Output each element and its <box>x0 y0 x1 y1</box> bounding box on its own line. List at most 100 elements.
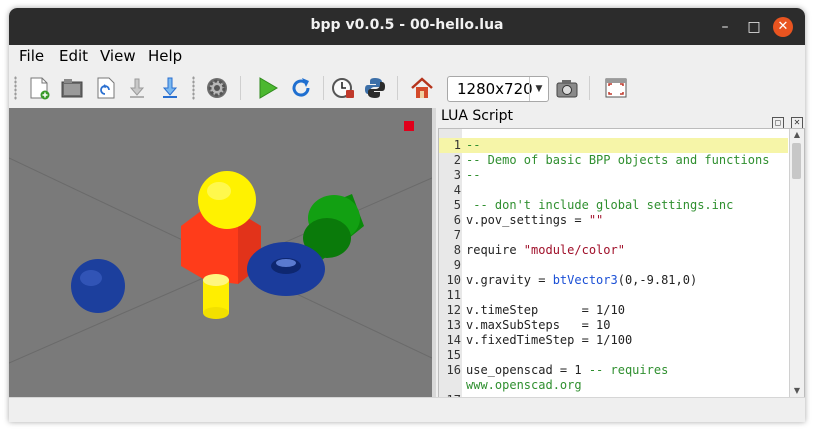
code-area[interactable]: 1 -- 2 -- Demo of basic BPP objects and fun… <box>439 138 788 397</box>
menu-file[interactable]: File <box>19 47 44 65</box>
dock-title: LUA Script <box>441 108 513 124</box>
menu-bar: File Edit View Help <box>9 45 805 68</box>
code-line[interactable]: 7 <box>439 228 788 243</box>
code-text: v.timeStep = 1/10 <box>466 303 625 317</box>
open-script-icon[interactable] <box>59 75 85 101</box>
code-token: "module/color" <box>523 243 625 257</box>
code-line[interactable]: 13 v.maxSubSteps = 10 <box>439 318 788 333</box>
download-icon[interactable] <box>124 75 150 101</box>
code-line[interactable]: 12 v.timeStep = 1/10 <box>439 303 788 318</box>
render-indicator <box>404 121 414 131</box>
code-token: use_openscad = 1 <box>466 363 589 377</box>
code-text: v.pov_settings = "" <box>466 213 603 228</box>
lua-script-dock: LUA Script ◻ ✕ 1 -- 2 -- Demo of basic BPP … <box>436 108 805 398</box>
code-token: btVector3 <box>552 273 618 287</box>
run-icon[interactable] <box>255 75 281 101</box>
minimize-button[interactable]: – <box>715 17 735 37</box>
home-icon[interactable] <box>409 75 435 101</box>
code-token: require <box>466 243 524 257</box>
code-text: use_openscad = 1 -- requires <box>466 363 668 378</box>
toolbar-separator-4 <box>589 76 590 100</box>
camera-icon[interactable] <box>554 75 580 101</box>
revert-icon[interactable] <box>93 75 119 101</box>
line-number: 14 <box>446 333 461 347</box>
line-number: 3 <box>453 168 461 182</box>
code-line[interactable]: 4 <box>439 183 788 198</box>
code-line[interactable]: 11 <box>439 288 788 303</box>
code-text: -- <box>466 168 481 182</box>
line-number: 7 <box>453 228 461 242</box>
new-script-icon[interactable] <box>26 75 52 101</box>
script-editor[interactable]: 1 -- 2 -- Demo of basic BPP objects and fun… <box>438 128 805 398</box>
toolbar-separator <box>240 76 241 100</box>
window-title: bpp v0.0.5 - 00-hello.lua <box>310 17 504 33</box>
line-number: 10 <box>446 273 461 287</box>
python-icon[interactable] <box>362 75 388 101</box>
menu-edit[interactable]: Edit <box>59 47 88 65</box>
import-icon[interactable] <box>157 75 183 101</box>
scroll-down-icon[interactable]: ▼ <box>790 385 804 397</box>
line-number: 13 <box>446 318 461 332</box>
code-line[interactable]: 8 require "module/color" <box>439 243 788 258</box>
status-bar <box>9 397 805 422</box>
code-text: -- Demo of basic BPP objects and functio… <box>466 153 770 167</box>
timer-icon[interactable] <box>330 75 356 101</box>
code-line[interactable]: 5 -- don't include global settings.inc <box>439 198 788 213</box>
code-text: v.fixedTimeStep = 1/100 <box>466 333 633 347</box>
line-number: 15 <box>446 348 461 362</box>
line-number: 4 <box>453 183 461 197</box>
code-line[interactable]: 10 v.gravity = btVector3(0,-9.81,0) <box>439 273 788 288</box>
menu-help[interactable]: Help <box>148 47 182 65</box>
scroll-up-icon[interactable]: ▲ <box>790 129 804 141</box>
line-number: 16 <box>446 363 461 377</box>
line-number: 12 <box>446 303 461 317</box>
code-line[interactable]: 15 <box>439 348 788 363</box>
code-line[interactable]: 2 -- Demo of basic BPP objects and functi… <box>439 153 788 168</box>
code-line[interactable]: 1 -- <box>439 138 788 153</box>
code-text: v.maxSubSteps = 10 <box>466 318 611 332</box>
settings-icon[interactable] <box>204 75 230 101</box>
maximize-button[interactable]: □ <box>744 17 764 37</box>
code-token: -- requires <box>588 363 669 377</box>
yellow-cylinder-object <box>203 274 229 319</box>
line-number: 5 <box>453 198 461 212</box>
render-viewport[interactable] <box>9 108 432 397</box>
toolbar-separator-3 <box>397 76 398 100</box>
blue-sphere-object <box>71 259 125 313</box>
editor-scrollbar[interactable]: ▲ ▼ <box>789 129 804 397</box>
code-line[interactable]: 16 use_openscad = 1 -- requires <box>439 363 788 378</box>
resolution-select[interactable]: 1280x720 ▼ <box>447 76 549 102</box>
code-text: -- don't include global settings.inc <box>466 198 734 212</box>
scene-graphic <box>9 157 432 364</box>
code-text: v.gravity = btVector3(0,-9.81,0) <box>466 273 697 288</box>
code-line[interactable]: www.openscad.org <box>439 378 788 393</box>
chevron-down-icon[interactable]: ▼ <box>529 77 548 101</box>
code-token: "" <box>588 213 604 227</box>
toolbar-grip[interactable] <box>14 76 17 100</box>
reload-icon[interactable] <box>288 75 314 101</box>
code-line[interactable]: 9 <box>439 258 788 273</box>
line-number: 9 <box>453 258 461 272</box>
toolbar-grip-2[interactable] <box>192 76 195 100</box>
code-text: www.openscad.org <box>466 378 582 392</box>
code-line[interactable]: 14 v.fixedTimeStep = 1/100 <box>439 333 788 348</box>
resolution-value: 1280x720 <box>457 80 533 98</box>
code-token: v.pov_settings = <box>466 213 589 227</box>
scroll-thumb[interactable] <box>792 143 801 179</box>
menu-view[interactable]: View <box>100 47 136 65</box>
yellow-sphere-object <box>198 171 256 229</box>
line-number: 2 <box>453 153 461 167</box>
fullscreen-icon[interactable] <box>603 75 629 101</box>
code-token: v.gravity = <box>466 273 553 287</box>
blue-torus-object <box>247 242 325 296</box>
toolbar-separator-2 <box>323 76 324 100</box>
code-line[interactable]: 6 v.pov_settings = "" <box>439 213 788 228</box>
close-button[interactable]: ✕ <box>773 17 793 37</box>
title-bar[interactable]: bpp v0.0.5 - 00-hello.lua – □ ✕ <box>9 8 805 45</box>
code-line[interactable]: 3 -- <box>439 168 788 183</box>
line-number: 1 <box>453 138 461 152</box>
code-text: require "module/color" <box>466 243 625 258</box>
line-number: 8 <box>453 243 461 257</box>
line-number: 11 <box>446 288 461 302</box>
line-number: 6 <box>453 213 461 227</box>
